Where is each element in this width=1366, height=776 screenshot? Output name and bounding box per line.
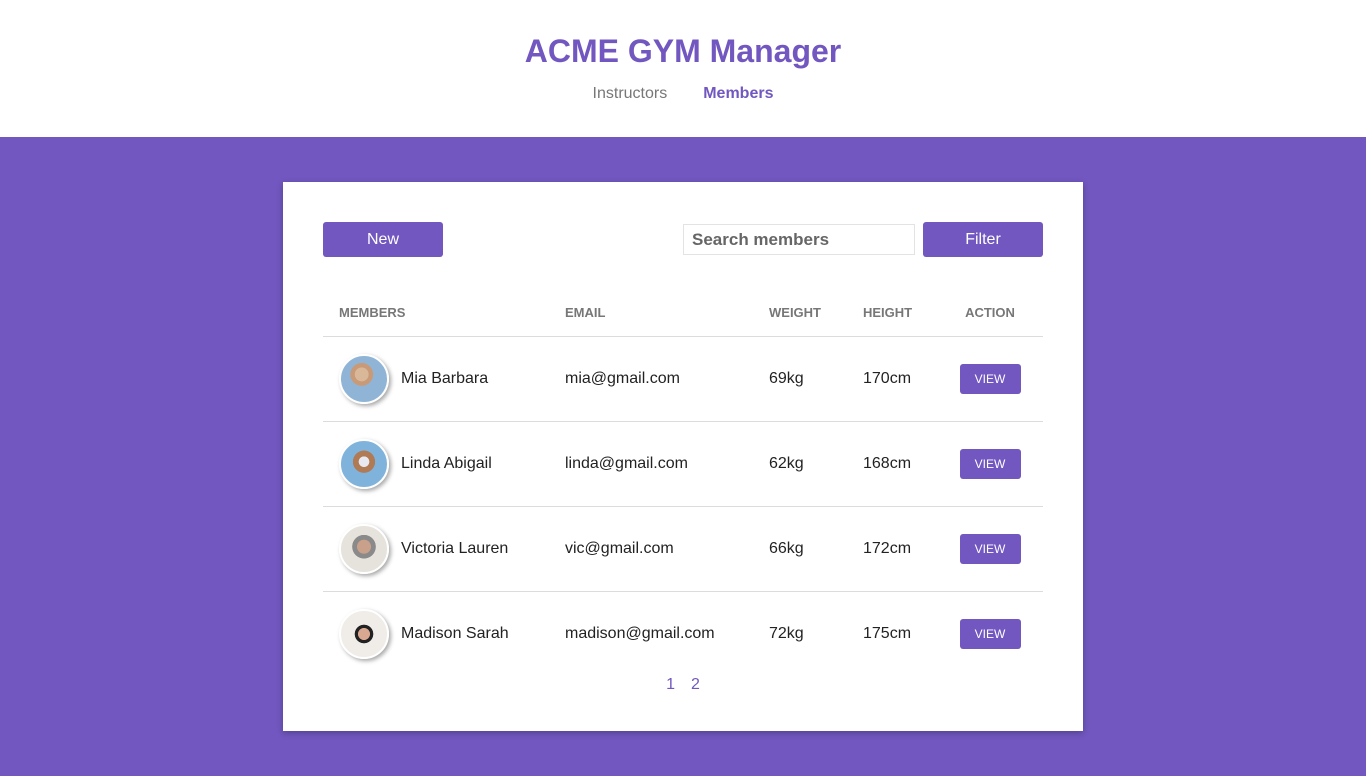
member-name: Mia Barbara <box>401 369 489 387</box>
member-height: 170cm <box>847 336 937 422</box>
member-email: vic@gmail.com <box>549 506 753 592</box>
new-member-button[interactable]: New <box>323 222 443 257</box>
table-row: Madison Sarah madison@gmail.com 72kg 175… <box>323 591 1043 676</box>
member-height: 168cm <box>847 421 937 507</box>
view-button[interactable]: VIEW <box>959 618 1021 649</box>
nav-members-link[interactable]: Members <box>703 85 773 103</box>
search-input[interactable] <box>683 224 915 255</box>
member-email: linda@gmail.com <box>549 421 753 507</box>
avatar <box>339 523 389 574</box>
member-weight: 62kg <box>753 421 847 507</box>
members-card: New Filter MEMBERS EMAIL WEIGHT HEIGHT A… <box>283 182 1083 731</box>
member-weight: 72kg <box>769 624 804 642</box>
avatar <box>339 438 389 489</box>
column-header-email: EMAIL <box>549 289 753 337</box>
members-table: MEMBERS EMAIL WEIGHT HEIGHT ACTION Mia B… <box>323 289 1043 676</box>
page-link-2[interactable]: 2 <box>691 676 700 694</box>
table-row: Linda Abigail linda@gmail.com 62kg 168cm… <box>323 421 1043 507</box>
member-email: madison@gmail.com <box>565 624 715 642</box>
member-weight: 66kg <box>753 506 847 592</box>
column-header-members: MEMBERS <box>323 289 549 337</box>
nav-instructors-link[interactable]: Instructors <box>593 85 668 103</box>
member-weight: 69kg <box>753 336 847 422</box>
member-cell: Mia Barbara <box>339 353 549 404</box>
member-name: Victoria Lauren <box>401 539 509 557</box>
table-header-row: MEMBERS EMAIL WEIGHT HEIGHT ACTION <box>323 289 1043 337</box>
member-cell: Linda Abigail <box>339 438 549 489</box>
avatar <box>339 608 389 659</box>
member-cell: Madison Sarah <box>339 608 549 659</box>
view-button[interactable]: VIEW <box>959 448 1021 479</box>
toolbar: New Filter <box>323 222 1043 257</box>
filter-button[interactable]: Filter <box>923 222 1043 257</box>
table-row: Mia Barbara mia@gmail.com 69kg 170cm VIE… <box>323 336 1043 422</box>
page-link-1[interactable]: 1 <box>666 676 675 694</box>
column-header-weight: WEIGHT <box>753 289 847 337</box>
avatar <box>339 353 389 404</box>
member-name: Madison Sarah <box>401 624 509 642</box>
member-cell: Victoria Lauren <box>339 523 549 574</box>
main-nav: Instructors Members <box>0 85 1366 103</box>
member-email: mia@gmail.com <box>549 336 753 422</box>
member-name: Linda Abigail <box>401 454 492 472</box>
pagination: 1 2 <box>323 676 1043 694</box>
search-form: Filter <box>683 222 1043 257</box>
table-row: Victoria Lauren vic@gmail.com 66kg 172cm… <box>323 506 1043 592</box>
column-header-action: ACTION <box>937 289 1043 337</box>
member-height: 175cm <box>863 624 912 642</box>
column-header-height: HEIGHT <box>847 289 937 337</box>
app-header: ACME GYM Manager Instructors Members <box>0 0 1366 137</box>
view-button[interactable]: VIEW <box>959 533 1021 564</box>
view-button[interactable]: VIEW <box>959 363 1021 394</box>
member-height: 172cm <box>847 506 937 592</box>
app-title: ACME GYM Manager <box>524 33 842 69</box>
